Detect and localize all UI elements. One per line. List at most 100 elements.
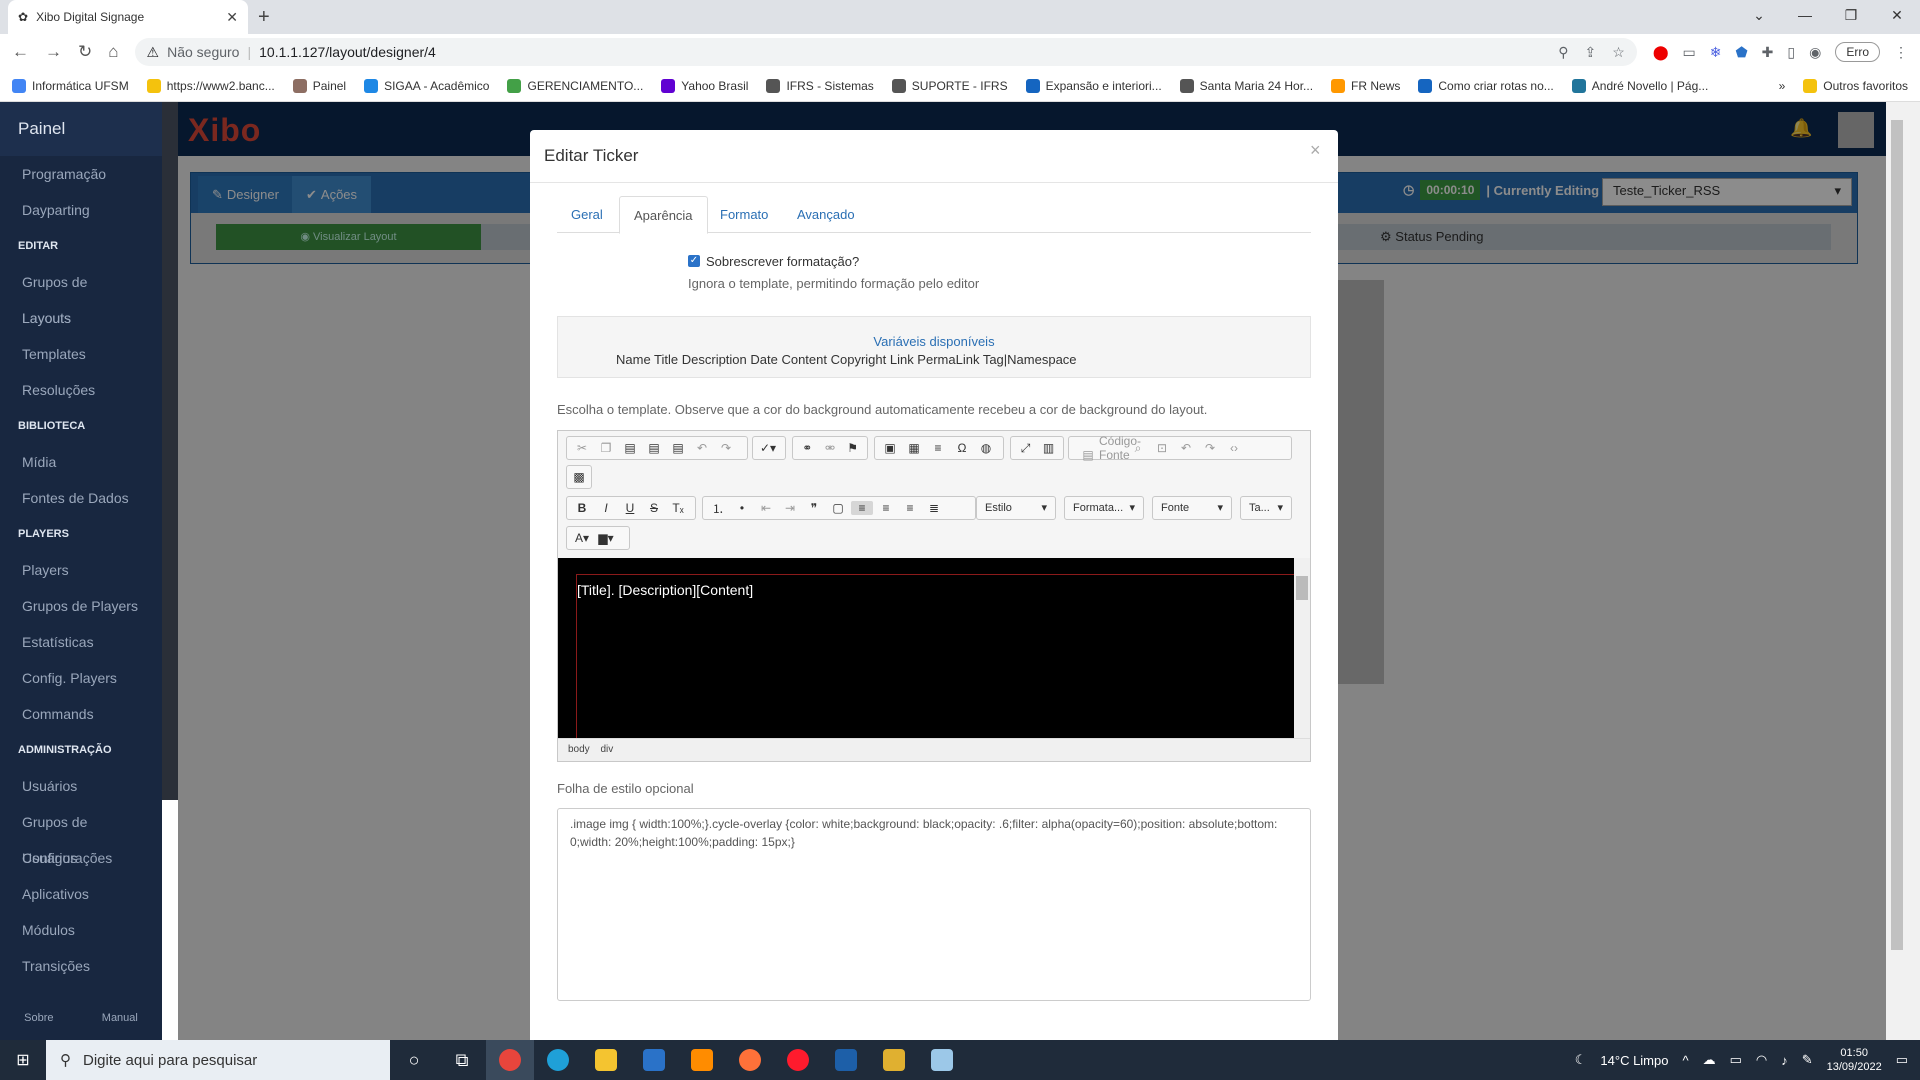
- url-bar[interactable]: ⚠ Não seguro | 10.1.1.127/layout/designe…: [134, 38, 1637, 66]
- new-tab-icon[interactable]: +: [258, 6, 270, 29]
- profile-error-button[interactable]: Erro: [1835, 42, 1880, 62]
- bookmark-item[interactable]: Santa Maria 24 Hor...: [1179, 78, 1313, 93]
- editor-content-text[interactable]: [Title]. [Description][Content]: [577, 582, 753, 598]
- sidebar-brand[interactable]: Painel: [0, 102, 162, 156]
- sidebar-item[interactable]: Transições: [0, 948, 162, 984]
- special-char-icon[interactable]: Ω: [951, 441, 973, 455]
- sidebar-item[interactable]: Grupos de Players: [0, 588, 162, 624]
- sidebar-item[interactable]: Configurações: [0, 840, 162, 876]
- underline-icon[interactable]: U: [619, 501, 641, 515]
- browser-tab[interactable]: ✿ Xibo Digital Signage ✕: [8, 0, 248, 34]
- iframe-icon[interactable]: ◍: [975, 441, 997, 455]
- snowflake-icon[interactable]: ❄: [1710, 44, 1722, 61]
- glasses-icon[interactable]: ▭: [1683, 44, 1696, 61]
- notes-icon[interactable]: [918, 1040, 966, 1080]
- align-right-icon[interactable]: ≡: [899, 501, 921, 515]
- puzzle-icon[interactable]: ✚: [1762, 44, 1774, 61]
- cortana-icon[interactable]: ○: [390, 1040, 438, 1080]
- source-button[interactable]: ▤ Código-Fonte: [1073, 434, 1141, 462]
- back-icon[interactable]: ←: [12, 42, 29, 62]
- windows-start-icon[interactable]: ⊞: [0, 1050, 46, 1070]
- redo2-icon[interactable]: ↷: [1199, 441, 1221, 455]
- cloud-icon[interactable]: ☁: [1703, 1052, 1716, 1068]
- close-tab-icon[interactable]: ✕: [226, 9, 238, 26]
- italic-icon[interactable]: I: [595, 501, 617, 515]
- editor-scrollbar-thumb[interactable]: [1296, 576, 1308, 600]
- tab-formato[interactable]: Formato: [706, 196, 782, 234]
- share-icon[interactable]: ⇪: [1585, 44, 1597, 61]
- notifications-icon[interactable]: ▭: [1896, 1052, 1908, 1068]
- override-checkbox[interactable]: ✓: [688, 255, 700, 267]
- app-icon[interactable]: [870, 1040, 918, 1080]
- network-icon[interactable]: ▭: [1730, 1052, 1742, 1068]
- tab-search-icon[interactable]: ⌄: [1736, 0, 1782, 34]
- bookmark-item[interactable]: Painel: [292, 78, 346, 93]
- image-icon[interactable]: ▣: [879, 441, 901, 455]
- blockquote-icon[interactable]: ❞: [803, 501, 825, 515]
- opera-taskbar-icon[interactable]: [774, 1040, 822, 1080]
- star-icon[interactable]: ☆: [1612, 44, 1625, 61]
- hr-icon[interactable]: ≡: [927, 441, 949, 455]
- pen-icon[interactable]: ✎: [1802, 1052, 1813, 1068]
- bookmark-item[interactable]: GERENCIAMENTO...: [507, 78, 643, 93]
- sidebar-item[interactable]: Grupos de Layouts: [0, 264, 162, 326]
- div-icon[interactable]: ▢: [827, 501, 849, 515]
- modal-close-button[interactable]: ×: [1310, 140, 1321, 161]
- cut-icon[interactable]: ✂: [571, 441, 593, 455]
- bookmark-item[interactable]: SUPORTE - IFRS: [891, 78, 1008, 93]
- paste-icon[interactable]: ▤: [619, 441, 641, 455]
- store-icon[interactable]: [630, 1040, 678, 1080]
- outdent-icon[interactable]: ⇤: [755, 501, 777, 515]
- bold-icon[interactable]: B: [571, 501, 593, 515]
- bookmark-item[interactable]: Expansão e interiori...: [1025, 78, 1162, 93]
- css-textarea[interactable]: .image img { width:100%;}.cycle-overlay …: [557, 808, 1311, 1001]
- text-color-icon[interactable]: A▾: [571, 531, 593, 545]
- close-window-icon[interactable]: ✕: [1874, 0, 1920, 34]
- sidebar-item[interactable]: Grupos de Usuários: [0, 804, 162, 866]
- volume-icon[interactable]: ♪: [1781, 1053, 1788, 1068]
- opera-icon[interactable]: ⬤: [1653, 44, 1669, 61]
- zoom-icon[interactable]: ⚲: [1558, 44, 1568, 61]
- sidebar-item[interactable]: Config. Players: [0, 660, 162, 696]
- code-icon[interactable]: ‹›: [1223, 441, 1245, 455]
- sidebar-item[interactable]: Players: [0, 552, 162, 588]
- page-scrollbar[interactable]: [1886, 102, 1920, 1040]
- copy-icon[interactable]: ❐: [595, 441, 617, 455]
- sidebar-item[interactable]: Módulos: [0, 912, 162, 948]
- sidebar-item[interactable]: Programação: [0, 156, 162, 192]
- redo-icon[interactable]: ↷: [715, 441, 737, 455]
- align-left-icon[interactable]: ≡: [851, 501, 873, 515]
- firefox-icon[interactable]: [726, 1040, 774, 1080]
- sidebar-item[interactable]: Layouts: [0, 300, 162, 336]
- minimize-icon[interactable]: —: [1782, 0, 1828, 34]
- bookmark-item[interactable]: https://www2.banc...: [146, 78, 275, 93]
- task-view-icon[interactable]: ⧉: [438, 1040, 486, 1080]
- bullet-list-icon[interactable]: •: [731, 501, 753, 515]
- sidebar-item[interactable]: Usuários: [0, 768, 162, 804]
- link-icon[interactable]: ⚭: [797, 441, 818, 455]
- manual-link[interactable]: Manual: [102, 1012, 138, 1040]
- find-icon[interactable]: ⌕: [1127, 441, 1149, 456]
- sidebar-item[interactable]: Aplicativos: [0, 876, 162, 912]
- sidebar-item[interactable]: Resoluções: [0, 372, 162, 408]
- paste-text-icon[interactable]: ▤: [643, 441, 665, 455]
- bookmark-item[interactable]: IFRS - Sistemas: [766, 78, 874, 93]
- weather-text[interactable]: 14°C Limpo: [1600, 1053, 1668, 1068]
- sidebar-item[interactable]: Fontes de Dados: [0, 480, 162, 516]
- scrollbar-thumb[interactable]: [1891, 120, 1903, 950]
- bookmark-item[interactable]: Informática UFSM: [12, 78, 129, 93]
- undo-icon[interactable]: ↶: [691, 441, 713, 455]
- sidebar-item[interactable]: Dayparting: [0, 192, 162, 228]
- shield-icon[interactable]: ⬟: [1735, 44, 1747, 61]
- anchor-icon[interactable]: ⚑: [842, 441, 863, 455]
- sidebar-item[interactable]: Mídia: [0, 444, 162, 480]
- more-bookmarks-icon[interactable]: »: [1779, 79, 1786, 93]
- home-icon[interactable]: ⌂: [108, 42, 118, 62]
- forward-icon[interactable]: →: [45, 42, 62, 62]
- bookmark-item[interactable]: FR News: [1331, 78, 1400, 93]
- align-center-icon[interactable]: ≡: [875, 501, 897, 515]
- format-combo[interactable]: Formata... ▾: [1064, 496, 1144, 520]
- menu-icon[interactable]: ⋮: [1894, 44, 1908, 61]
- bookmark-item[interactable]: André Novello | Pág...: [1571, 78, 1708, 93]
- bookmark-item[interactable]: Como criar rotas no...: [1418, 78, 1554, 93]
